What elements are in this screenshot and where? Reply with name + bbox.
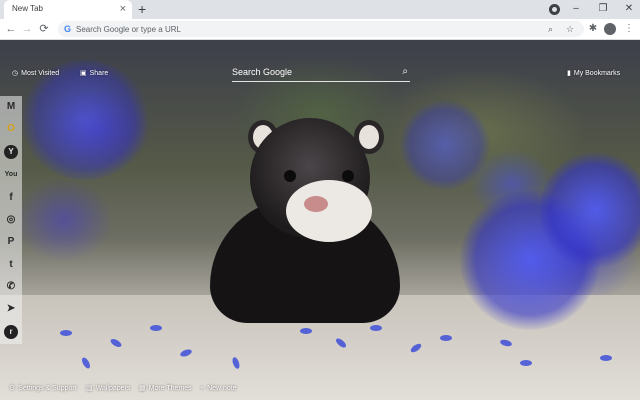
telegram-icon[interactable]: ➤ <box>2 300 20 318</box>
wallpaper-flowers <box>540 150 640 270</box>
outlook-icon[interactable]: O <box>2 120 20 138</box>
new-tab-page: ◷ Most Visited ▣ Share ⌕ ▮ My Bookmarks … <box>0 40 640 400</box>
wallpaper-petal <box>60 330 72 336</box>
wallpaper-petal <box>600 355 612 361</box>
close-window-button[interactable]: ✕ <box>622 1 636 17</box>
clock-icon: ◷ <box>12 70 19 77</box>
plus-icon: + <box>200 385 205 392</box>
minimize-button[interactable]: – <box>569 1 583 17</box>
ferret-eye-right <box>342 170 354 182</box>
browser-toolbar: ← → ⟳ G ⌕ ☆ ✱ ⋮ <box>0 19 640 40</box>
most-visited-label: Most Visited <box>21 70 60 77</box>
extensions-icon[interactable]: ✱ <box>586 22 600 36</box>
share-label: Share <box>89 70 109 77</box>
bookmark-icon: ▮ <box>567 70 571 77</box>
search-input[interactable] <box>232 64 392 80</box>
wallpaper-petal <box>440 335 452 341</box>
quick-links-sidebar: M O Y You f ◎ P t ✆ ➤ r <box>0 96 22 344</box>
tab-title: New Tab <box>12 4 43 13</box>
share-button[interactable]: ▣ Share <box>80 69 108 79</box>
my-bookmarks-button[interactable]: ▮ My Bookmarks <box>567 69 620 79</box>
wallpaper-petal <box>370 325 382 331</box>
search-icon[interactable]: ⌕ <box>402 65 408 79</box>
more-themes-label: More Themes <box>148 385 192 392</box>
tab-new-tab[interactable]: New Tab × <box>4 0 132 19</box>
reload-button[interactable]: ⟳ <box>37 22 51 36</box>
new-note-label: New note <box>207 385 237 392</box>
share-icon: ▣ <box>80 70 87 77</box>
forward-button[interactable]: → <box>20 22 34 36</box>
twitter-icon[interactable]: t <box>2 256 20 274</box>
wallpaper-petal <box>150 325 162 331</box>
tab-close-icon[interactable]: × <box>120 2 126 16</box>
search-icon[interactable]: ⌕ <box>548 22 553 36</box>
ferret-eye-left <box>284 170 296 182</box>
menu-icon[interactable]: ⋮ <box>622 22 636 36</box>
wallpaper-petal <box>300 328 312 334</box>
grid-icon: ▦ <box>139 385 146 392</box>
omnibox-input[interactable] <box>76 21 516 37</box>
new-note-button[interactable]: + New note <box>200 384 237 394</box>
wallpaper-ferret <box>200 118 410 323</box>
gmail-icon[interactable]: M <box>2 98 20 116</box>
gear-icon: ⚙ <box>9 385 16 392</box>
wallpaper-petal <box>520 360 532 366</box>
search-box[interactable]: ⌕ <box>232 64 410 82</box>
tab-search-icon[interactable] <box>549 4 560 15</box>
ferret-nose <box>304 196 328 212</box>
settings-support-button[interactable]: ⚙ Settings & Support <box>9 384 77 394</box>
tab-strip: New Tab × + – ❐ ✕ <box>0 0 640 19</box>
facebook-icon[interactable]: f <box>2 189 20 207</box>
image-icon: ▧ <box>86 385 93 392</box>
whatsapp-icon[interactable]: ✆ <box>2 278 20 296</box>
my-bookmarks-label: My Bookmarks <box>573 70 621 77</box>
instagram-icon[interactable]: ◎ <box>2 211 20 229</box>
new-tab-button[interactable]: + <box>138 1 146 17</box>
pinterest-icon[interactable]: P <box>2 233 20 251</box>
reddit-icon[interactable]: r <box>4 325 18 339</box>
ferret-muzzle <box>286 180 372 242</box>
more-themes-button[interactable]: ▦ More Themes <box>139 384 192 394</box>
settings-support-label: Settings & Support <box>18 385 77 392</box>
omnibox[interactable]: G ⌕ ☆ <box>58 21 584 37</box>
restore-button[interactable]: ❐ <box>596 1 610 17</box>
profile-avatar-icon[interactable] <box>604 23 616 35</box>
youtube-icon[interactable]: You <box>1 166 21 184</box>
most-visited-button[interactable]: ◷ Most Visited <box>12 69 59 79</box>
bookmark-star-icon[interactable]: ☆ <box>566 22 574 36</box>
google-icon: G <box>64 24 72 34</box>
yahoo-icon[interactable]: Y <box>4 145 18 159</box>
wallpapers-button[interactable]: ▧ Wallpapers <box>86 384 130 394</box>
wallpapers-label: Wallpapers <box>95 385 131 392</box>
back-button[interactable]: ← <box>4 22 18 36</box>
wallpaper-flowers <box>400 100 490 190</box>
